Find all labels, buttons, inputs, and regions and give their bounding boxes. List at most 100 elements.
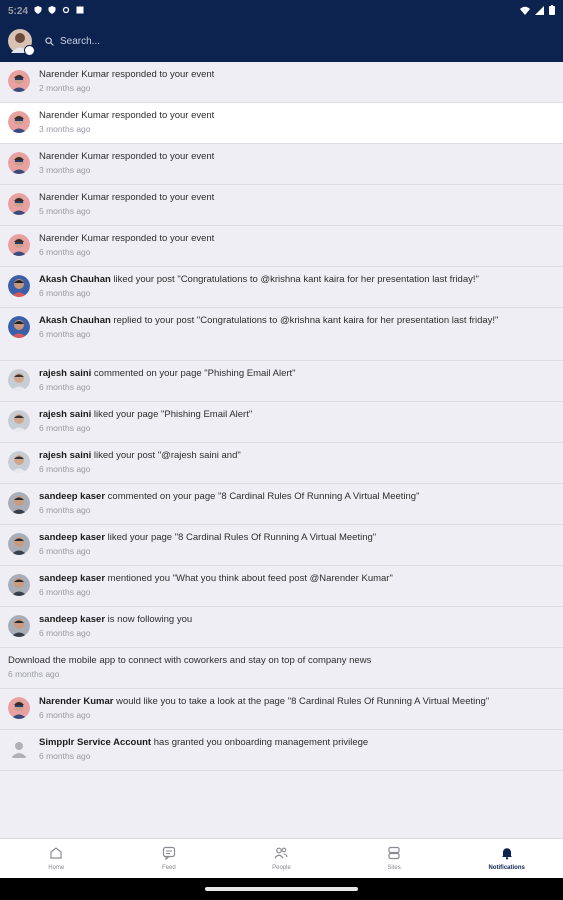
avatar [8, 533, 30, 555]
nav-notifications[interactable]: Notifications [450, 839, 563, 878]
notification-item[interactable]: Download the mobile app to connect with … [0, 648, 563, 689]
search-bar[interactable]: Search... [45, 36, 100, 47]
avatar [8, 615, 30, 637]
status-time: 5:24 [8, 5, 29, 17]
sites-icon [387, 846, 401, 865]
notification-item[interactable]: sandeep kaser is now following you 6 mont… [0, 607, 563, 648]
nav-label: Notifications [488, 865, 525, 871]
notification-text: commented on your page "8 Cardinal Rules… [105, 491, 420, 502]
box-status-icon [76, 6, 84, 14]
notification-time: 6 months ago [39, 464, 91, 474]
notification-item[interactable]: rajesh saini liked your post "@rajesh sa… [0, 443, 563, 484]
notification-text: Narender Kumar responded to your event [39, 69, 215, 80]
notification-message: Akash Chauhan replied to your post "Cong… [39, 314, 535, 327]
actor-name[interactable]: sandeep kaser [39, 614, 105, 625]
nav-label: Feed [162, 865, 176, 871]
nav-label: People [272, 865, 291, 871]
avatar [8, 152, 30, 174]
notification-time: 6 months ago [39, 710, 91, 720]
nav-sites[interactable]: Sites [338, 839, 451, 878]
notification-item[interactable]: Simpplr Service Account has granted you … [0, 730, 563, 771]
menu-badge-icon [24, 45, 35, 56]
notification-time: 6 months ago [39, 505, 91, 515]
nav-people[interactable]: People [225, 839, 338, 878]
search-icon [45, 36, 54, 46]
nav-label: Sites [387, 865, 401, 871]
notification-text: has granted you onboarding management pr… [151, 737, 369, 748]
notification-time: 6 months ago [39, 423, 91, 433]
profile-avatar[interactable] [8, 29, 35, 56]
signal-icon [535, 5, 544, 15]
avatar [8, 234, 30, 256]
battery-icon [549, 5, 555, 15]
notification-message: sandeep kaser is now following you [39, 613, 535, 626]
notification-content: Narender Kumar responded to your event 3 … [39, 150, 555, 176]
notification-time: 6 months ago [8, 669, 60, 679]
actor-name[interactable]: sandeep kaser [39, 532, 105, 543]
actor-name[interactable]: sandeep kaser [39, 491, 105, 502]
notification-item[interactable]: Narender Kumar would like you to take a … [0, 689, 563, 730]
actor-name[interactable]: Akash Chauhan [39, 315, 111, 326]
notification-message: Narender Kumar would like you to take a … [39, 695, 535, 708]
notification-time: 6 months ago [39, 751, 91, 761]
notification-content: Narender Kumar responded to your event 2 … [39, 68, 555, 94]
notification-text: would like you to take a look at the pag… [113, 696, 490, 707]
notification-message: Narender Kumar responded to your event [39, 191, 535, 204]
notification-time: 3 months ago [39, 165, 91, 175]
notification-message: Narender Kumar responded to your event [39, 109, 535, 122]
notification-item[interactable]: sandeep kaser mentioned you "What you th… [0, 566, 563, 607]
actor-name[interactable]: rajesh saini [39, 409, 91, 420]
notification-content: Download the mobile app to connect with … [8, 654, 555, 680]
notification-item[interactable]: Akash Chauhan liked your post "Congratul… [0, 267, 563, 308]
feed-icon [162, 846, 176, 865]
actor-name[interactable]: Narender Kumar [39, 696, 113, 707]
notification-text: commented on your page "Phishing Email A… [91, 368, 296, 379]
notification-item[interactable]: Akash Chauhan replied to your post "Cong… [0, 308, 563, 361]
avatar [8, 369, 30, 391]
notification-text: liked your post "@rajesh saini and" [91, 450, 241, 461]
actor-name[interactable]: rajesh saini [39, 368, 91, 379]
status-bar: 5:24 [0, 0, 563, 20]
notification-message: Narender Kumar responded to your event [39, 232, 535, 245]
notification-item[interactable]: sandeep kaser commented on your page "8 … [0, 484, 563, 525]
notification-message: Narender Kumar responded to your event [39, 150, 535, 163]
notification-item[interactable]: Narender Kumar responded to your event 6 … [0, 226, 563, 267]
actor-name[interactable]: sandeep kaser [39, 573, 105, 584]
nav-label: Home [48, 865, 65, 871]
home-gesture-handle[interactable] [205, 887, 358, 891]
notification-text: liked your page "8 Cardinal Rules Of Run… [105, 532, 377, 543]
notification-text: Narender Kumar responded to your event [39, 192, 215, 203]
avatar [8, 451, 30, 473]
avatar [8, 111, 30, 133]
notification-item[interactable]: sandeep kaser liked your page "8 Cardina… [0, 525, 563, 566]
notification-item[interactable]: Narender Kumar responded to your event 5 … [0, 185, 563, 226]
app-header: Search... [0, 20, 563, 62]
notification-item[interactable]: Narender Kumar responded to your event 2 … [0, 62, 563, 103]
avatar [8, 70, 30, 92]
notification-item[interactable]: rajesh saini commented on your page "Phi… [0, 361, 563, 402]
actor-name[interactable]: Simpplr Service Account [39, 737, 151, 748]
nav-feed[interactable]: Feed [113, 839, 226, 878]
avatar [8, 410, 30, 432]
notification-time: 6 months ago [39, 288, 91, 298]
notification-content: Narender Kumar responded to your event 5 … [39, 191, 555, 217]
actor-name[interactable]: rajesh saini [39, 450, 91, 461]
avatar [8, 574, 30, 596]
notification-message: sandeep kaser commented on your page "8 … [39, 490, 535, 503]
notification-message: rajesh saini liked your post "@rajesh sa… [39, 449, 535, 462]
nav-home[interactable]: Home [0, 839, 113, 878]
notification-content: rajesh saini commented on your page "Phi… [39, 367, 555, 393]
notification-text: Narender Kumar responded to your event [39, 151, 215, 162]
notification-time: 3 months ago [39, 124, 91, 134]
notification-item[interactable]: Narender Kumar responded to your event 3 … [0, 144, 563, 185]
notification-item[interactable]: Narender Kumar responded to your event 3 … [0, 103, 563, 144]
notification-content: sandeep kaser commented on your page "8 … [39, 490, 555, 516]
notification-time: 6 months ago [39, 247, 91, 257]
bell-icon [500, 846, 514, 865]
notification-time: 5 months ago [39, 206, 91, 216]
notification-item[interactable]: rajesh saini liked your page "Phishing E… [0, 402, 563, 443]
notification-text: mentioned you "What you think about feed… [105, 573, 393, 584]
notification-text: is now following you [105, 614, 193, 625]
actor-name[interactable]: Akash Chauhan [39, 274, 111, 285]
avatar [8, 697, 30, 719]
